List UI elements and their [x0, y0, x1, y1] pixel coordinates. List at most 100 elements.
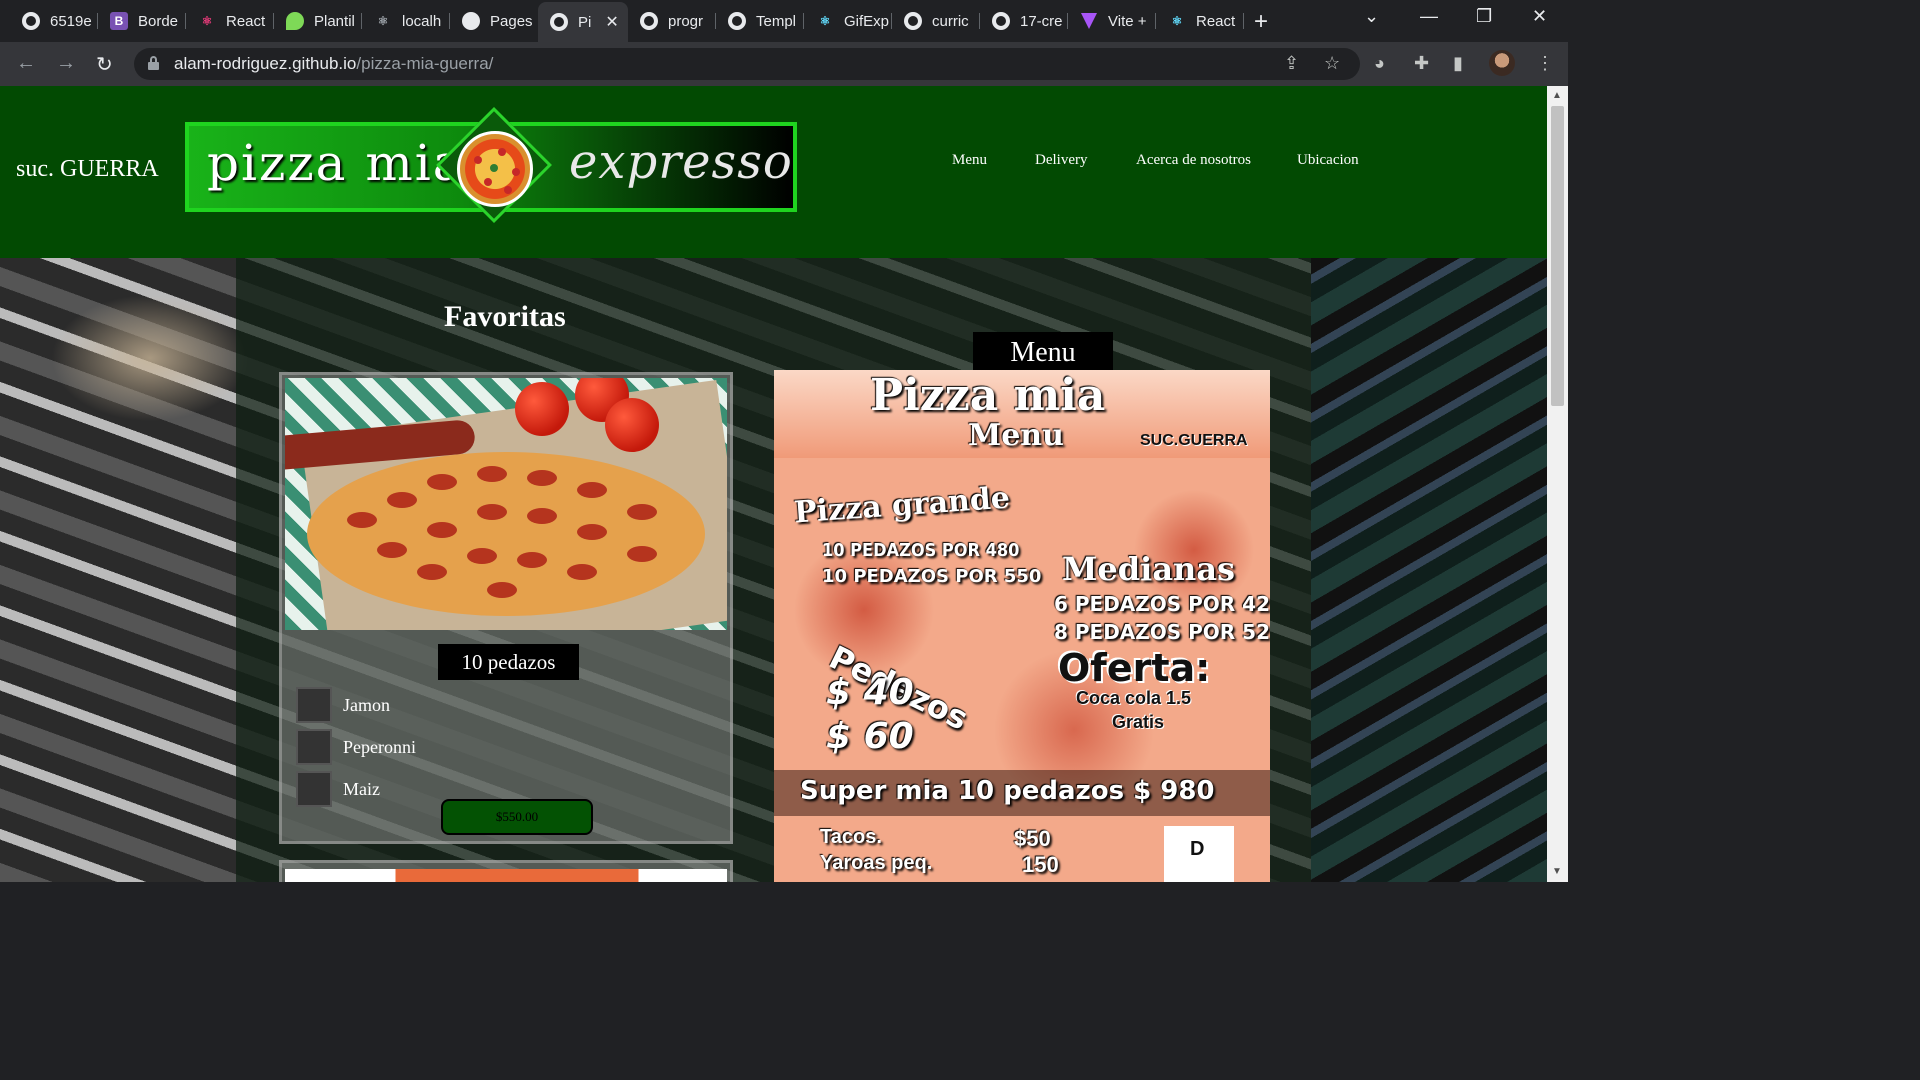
- scroll-up-icon[interactable]: ▲: [1552, 90, 1562, 101]
- minimize-icon[interactable]: —: [1420, 6, 1438, 27]
- poster-medianas-title: Medianas: [1062, 550, 1236, 588]
- pepperoni-pizza-image: [285, 378, 727, 630]
- poster-yaroas-label: Yaroas peq.: [820, 852, 933, 874]
- tab-active[interactable]: Pi ✕: [538, 2, 628, 42]
- brand-logo[interactable]: pizza mia expresso: [185, 107, 797, 223]
- tab-14[interactable]: ⚛ React: [1156, 6, 1244, 36]
- reload-icon[interactable]: ↻: [96, 52, 113, 77]
- poster-tacos-label: Tacos.: [820, 826, 882, 848]
- tab-3[interactable]: ⚛ React: [186, 6, 274, 36]
- slices-badge: 10 pedazos: [438, 644, 579, 680]
- tab-label: GifExp: [844, 12, 890, 30]
- poster-subtitle: Menu: [968, 418, 1064, 453]
- globe-icon: [728, 12, 746, 30]
- scroll-thumb[interactable]: [1551, 106, 1564, 406]
- restore-icon[interactable]: ❐: [1476, 6, 1492, 27]
- browser-menu-icon[interactable]: ⋮: [1536, 53, 1554, 74]
- globe-icon: [904, 12, 922, 30]
- tab-8[interactable]: progr: [628, 6, 716, 36]
- tab-5[interactable]: ⚛ localh: [362, 6, 450, 36]
- option-peperonni[interactable]: Peperonni: [296, 729, 416, 765]
- tab-2[interactable]: B Borde: [98, 6, 186, 36]
- poster-pedazos-price: $ 40: [826, 672, 914, 713]
- bookmark-star-icon[interactable]: ☆: [1324, 53, 1340, 74]
- new-tab-icon[interactable]: +: [1254, 8, 1268, 36]
- poster-oferta-line: Gratis: [1112, 712, 1165, 732]
- extensions-puzzle-icon[interactable]: ✚: [1414, 53, 1429, 74]
- price-button[interactable]: $550.00: [441, 799, 593, 835]
- option-label: Maiz: [343, 778, 380, 799]
- page-scrollbar[interactable]: ▲ ▼: [1547, 86, 1568, 882]
- poster-grande-line: 10 PEDAZOS POR 480: [822, 540, 1020, 561]
- main-content: Favoritas 10 pedazos Jamon Peperonni Mai…: [236, 258, 1311, 882]
- tab-12[interactable]: 17-cre: [980, 6, 1068, 36]
- tab-1[interactable]: 6519e: [10, 6, 98, 36]
- back-icon[interactable]: ←: [16, 52, 36, 75]
- close-window-icon[interactable]: ✕: [1532, 6, 1547, 27]
- nav-delivery[interactable]: Delivery: [1035, 152, 1087, 169]
- github-icon: [462, 12, 480, 30]
- tab-11[interactable]: curric: [892, 6, 980, 36]
- tab-9[interactable]: Templ: [716, 6, 804, 36]
- tab-label: React: [226, 12, 266, 30]
- favorites-title: Favoritas: [444, 300, 566, 333]
- tab-label: Templ: [756, 12, 797, 30]
- option-label: Jamon: [343, 694, 390, 715]
- pizza-image-2: [285, 869, 727, 882]
- tab-label: Vite +: [1108, 12, 1147, 30]
- profile-avatar[interactable]: [1489, 50, 1515, 76]
- scroll-down-icon[interactable]: ▼: [1552, 866, 1562, 877]
- nav-about[interactable]: Acerca de nosotros: [1136, 152, 1251, 169]
- tab-label: Pi: [578, 13, 592, 31]
- checkbox[interactable]: [296, 687, 332, 723]
- tab-4[interactable]: Plantil: [274, 6, 362, 36]
- page-viewport: suc. GUERRA pizza mia expresso Menu Deli…: [0, 86, 1547, 882]
- poster-oferta-title: Oferta:: [1058, 646, 1211, 690]
- tab-label: 6519e: [50, 12, 92, 30]
- react-icon: ⚛: [819, 14, 831, 28]
- checkbox[interactable]: [296, 771, 332, 807]
- globe-icon: [550, 13, 568, 31]
- address-bar[interactable]: alam-rodriguez.github.io/pizza-mia-guerr…: [134, 48, 1360, 80]
- option-jamon[interactable]: Jamon: [296, 687, 390, 723]
- menu-title: Menu: [973, 332, 1113, 370]
- option-maiz[interactable]: Maiz: [296, 771, 380, 807]
- tab-10[interactable]: ⚛ GifExp: [804, 6, 892, 36]
- poster-box: D: [1164, 826, 1234, 882]
- poster-tacos-price: $50: [1014, 826, 1051, 851]
- pizza-logo-icon: [457, 131, 533, 207]
- close-tab-icon[interactable]: ✕: [605, 12, 618, 32]
- tab-search-icon[interactable]: ⌄: [1364, 6, 1379, 27]
- tab-label: Borde: [138, 12, 179, 30]
- nav-location[interactable]: Ubicacion: [1297, 152, 1359, 169]
- product-card: 10 pedazos Jamon Peperonni Maiz $550.00: [279, 372, 733, 844]
- react-icon: ⚛: [1171, 14, 1183, 28]
- tab-label: React: [1196, 12, 1236, 30]
- poster-grande-title: Pizza grande: [793, 480, 1011, 531]
- poster-super: Super mia 10 pedazos $ 980: [800, 776, 1215, 806]
- checkbox[interactable]: [296, 729, 332, 765]
- react-icon: ⚛: [201, 14, 213, 28]
- poster-pedazos-price: $ 60: [826, 716, 914, 757]
- product-card-2: [279, 860, 733, 882]
- globe-icon: [992, 12, 1010, 30]
- nav-menu[interactable]: Menu: [952, 152, 987, 169]
- tab-label: localh: [402, 12, 442, 30]
- cat-extension-icon[interactable]: ◕: [1374, 53, 1385, 74]
- poster-oferta-line: Coca cola 1.5: [1076, 688, 1192, 708]
- poster-grande-line: 10 PEDAZOS POR 550: [822, 566, 1042, 587]
- lock-icon: [148, 56, 159, 70]
- logo-text-left: pizza mia: [207, 134, 465, 192]
- forward-icon[interactable]: →: [56, 52, 76, 75]
- tab-6[interactable]: Pages: [450, 6, 538, 36]
- tab-label: progr: [668, 12, 704, 30]
- share-icon[interactable]: ⇪: [1284, 53, 1299, 74]
- bootstrap-icon: B: [110, 12, 128, 30]
- browser-toolbar: ← → ↻ alam-rodriguez.github.io/pizza-mia…: [0, 42, 1568, 86]
- side-panel-icon[interactable]: ▮: [1453, 53, 1463, 74]
- poster-box-text: D: [1190, 838, 1205, 860]
- plant-icon: [286, 12, 304, 30]
- background-photo-right: [1311, 258, 1547, 882]
- tab-13[interactable]: Vite +: [1068, 6, 1156, 36]
- poster-brand: Pizza mia: [870, 370, 1106, 421]
